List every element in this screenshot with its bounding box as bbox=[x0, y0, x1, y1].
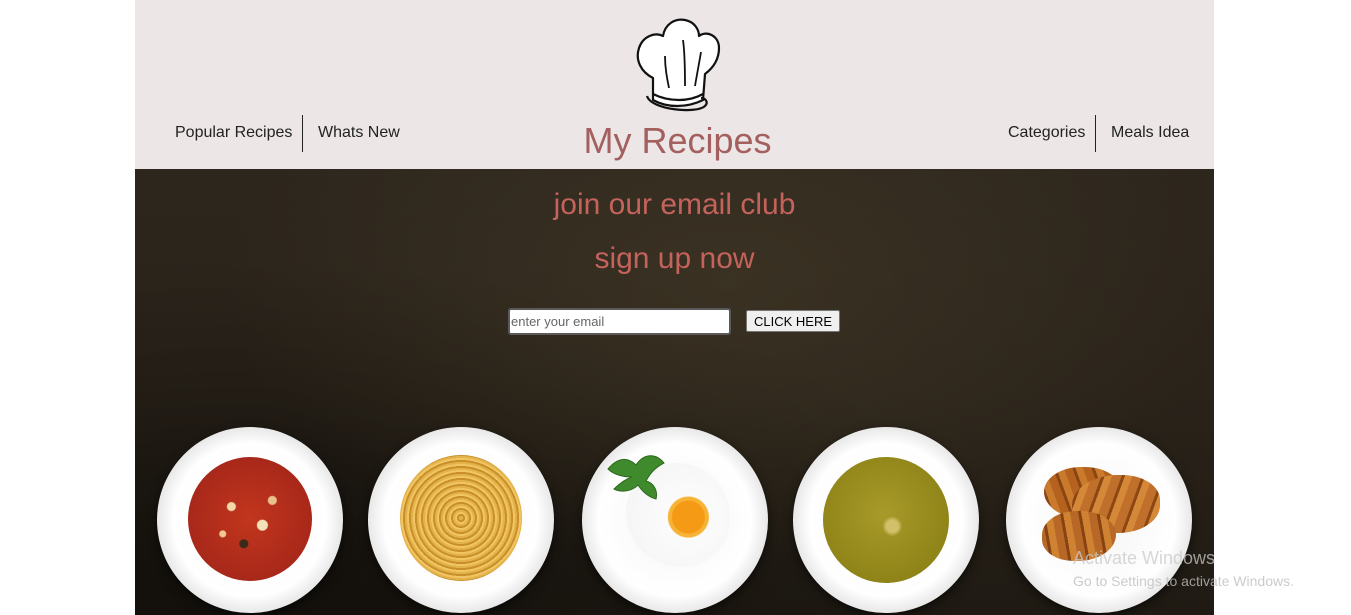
nav-meals-idea[interactable]: Meals Idea bbox=[1111, 123, 1189, 143]
windows-activation-subtitle: Go to Settings to activate Windows. bbox=[1073, 573, 1294, 589]
fried-egg-plate bbox=[582, 427, 768, 613]
windows-activation-title: Activate Windows bbox=[1073, 548, 1216, 568]
page: Popular Recipes Whats New My Recipes Cat… bbox=[0, 0, 1351, 615]
soup-icon bbox=[823, 457, 949, 583]
pea-soup-plate bbox=[793, 427, 979, 613]
spaghetti-plate bbox=[368, 427, 554, 613]
email-input[interactable] bbox=[508, 308, 731, 335]
nav-categories[interactable]: Categories bbox=[1008, 123, 1085, 143]
email-club-hero: join our email club sign up now CLICK HE… bbox=[135, 169, 1214, 615]
signup-button[interactable]: CLICK HERE bbox=[746, 310, 840, 332]
nav-divider bbox=[1095, 115, 1096, 152]
minestrone-soup-plate bbox=[157, 427, 343, 613]
parsley-icon bbox=[607, 455, 665, 500]
recipe-site: Popular Recipes Whats New My Recipes Cat… bbox=[135, 0, 1214, 615]
site-header: Popular Recipes Whats New My Recipes Cat… bbox=[135, 0, 1214, 169]
pasta-icon bbox=[400, 455, 522, 581]
hero-heading: join our email club bbox=[553, 188, 796, 221]
chef-hat-icon bbox=[636, 18, 721, 112]
soup-icon bbox=[188, 457, 312, 581]
hero-subheading: sign up now bbox=[594, 242, 755, 275]
